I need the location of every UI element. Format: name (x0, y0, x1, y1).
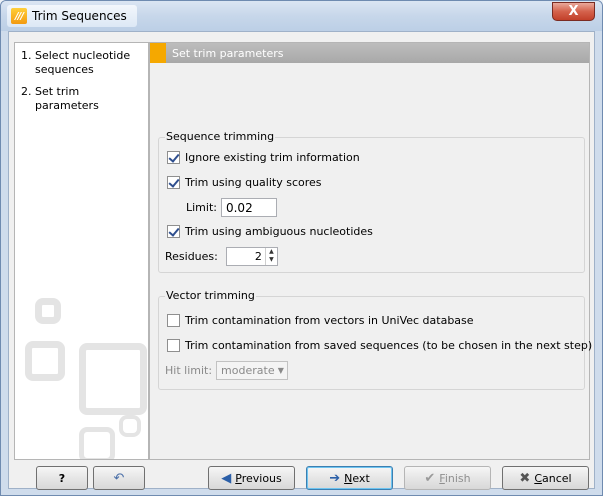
spin-down-icon[interactable]: ▼ (266, 256, 277, 264)
reset-button[interactable]: ↶ (93, 466, 145, 490)
spinner-arrows[interactable]: ▲ ▼ (264, 248, 277, 265)
limit-label: Limit: (186, 201, 217, 214)
dialog-window: /// Trim Sequences X 1. Select nucleotid… (0, 0, 603, 496)
panel-title: Set trim parameters (172, 46, 284, 60)
window-title: Trim Sequences (32, 9, 127, 23)
group-title: Vector trimming (165, 289, 256, 302)
next-label: Next (344, 471, 370, 485)
checkbox-label: Trim using quality scores (185, 176, 322, 189)
step-number: 1. (21, 49, 32, 62)
panel-header: Set trim parameters (150, 43, 589, 63)
hit-limit-value: moderate (221, 364, 275, 377)
cancel-button[interactable]: ✖ Cancel (502, 466, 589, 490)
check-icon: ✔ (424, 470, 436, 486)
checkbox-box[interactable] (167, 339, 180, 352)
dialog-body: 1. Select nucleotide sequences 2. Set tr… (8, 31, 595, 490)
limit-row: Limit: 0.02 (186, 198, 277, 217)
step-number: 2. (21, 85, 32, 98)
trim-univec-checkbox[interactable]: Trim contamination from vectors in UniVe… (167, 314, 474, 327)
checkbox-box[interactable] (167, 314, 180, 327)
reset-icon: ↶ (113, 470, 125, 486)
header-accent (150, 43, 166, 63)
previous-button[interactable]: ◀ Previous (208, 466, 295, 490)
hit-limit-label: Hit limit: (165, 364, 213, 377)
help-button[interactable]: ? (36, 466, 88, 490)
step-label: Select nucleotide sequences (35, 49, 131, 76)
next-button[interactable]: ➔ Next (306, 466, 393, 490)
cancel-label: Cancel (534, 471, 572, 485)
decorative-square (79, 343, 147, 415)
checkbox-label: Trim contamination from saved sequences … (185, 339, 593, 352)
hit-limit-select[interactable]: moderate ▼ (216, 361, 289, 380)
checkbox-box[interactable] (167, 151, 180, 164)
hit-limit-row: Hit limit: moderate ▼ (165, 361, 289, 380)
limit-input[interactable]: 0.02 (220, 198, 277, 217)
spin-up-icon[interactable]: ▲ (266, 248, 277, 256)
residues-row: Residues: 2 ▲ ▼ (165, 247, 278, 266)
checkbox-label: Ignore existing trim information (185, 151, 360, 164)
parameters-panel: Set trim parameters Sequence trimming Ig… (149, 42, 592, 460)
checkbox-label: Trim contamination from vectors in UniVe… (185, 314, 474, 327)
finish-button[interactable]: ✔ Finish (404, 466, 491, 490)
previous-label: Previous (235, 471, 282, 485)
help-icon: ? (58, 471, 66, 485)
title-bar[interactable]: /// Trim Sequences X (1, 1, 602, 31)
step-item-trim-parameters[interactable]: 2. Set trim parameters (15, 77, 148, 113)
residues-value[interactable]: 2 (227, 250, 265, 263)
trim-ambiguous-checkbox[interactable]: Trim using ambiguous nucleotides (167, 225, 373, 238)
decorative-square (119, 415, 141, 437)
arrow-right-icon: ➔ (329, 470, 341, 486)
checkbox-label: Trim using ambiguous nucleotides (185, 225, 373, 238)
decorative-square (79, 427, 115, 459)
chevron-down-icon: ▼ (277, 366, 284, 375)
vector-trimming-group: Vector trimming Trim contamination from … (158, 289, 592, 390)
decorative-square (25, 341, 65, 381)
trim-saved-sequences-checkbox[interactable]: Trim contamination from saved sequences … (167, 339, 592, 352)
ignore-existing-trim-checkbox[interactable]: Ignore existing trim information (167, 151, 360, 164)
residues-stepper[interactable]: 2 ▲ ▼ (225, 247, 278, 266)
close-button[interactable]: X (552, 2, 595, 21)
close-icon: X (568, 4, 579, 19)
checkbox-box[interactable] (167, 225, 180, 238)
arrow-left-icon: ◀ (221, 470, 232, 486)
sequence-trimming-group: Sequence trimming Ignore existing trim i… (158, 130, 585, 273)
step-item-select-sequences[interactable]: 1. Select nucleotide sequences (15, 43, 148, 77)
checkbox-box[interactable] (167, 176, 180, 189)
wizard-steps-list: 1. Select nucleotide sequences 2. Set tr… (14, 42, 149, 460)
decorative-square (35, 298, 61, 324)
finish-label: Finish (439, 471, 471, 485)
app-logo-icon: /// (11, 8, 27, 24)
step-label: Set trim parameters (35, 85, 99, 112)
close-icon: ✖ (519, 470, 531, 486)
title-tab: /// Trim Sequences (7, 5, 137, 27)
residues-label: Residues: (165, 250, 218, 263)
trim-quality-scores-checkbox[interactable]: Trim using quality scores (167, 176, 322, 189)
group-title: Sequence trimming (165, 130, 276, 143)
